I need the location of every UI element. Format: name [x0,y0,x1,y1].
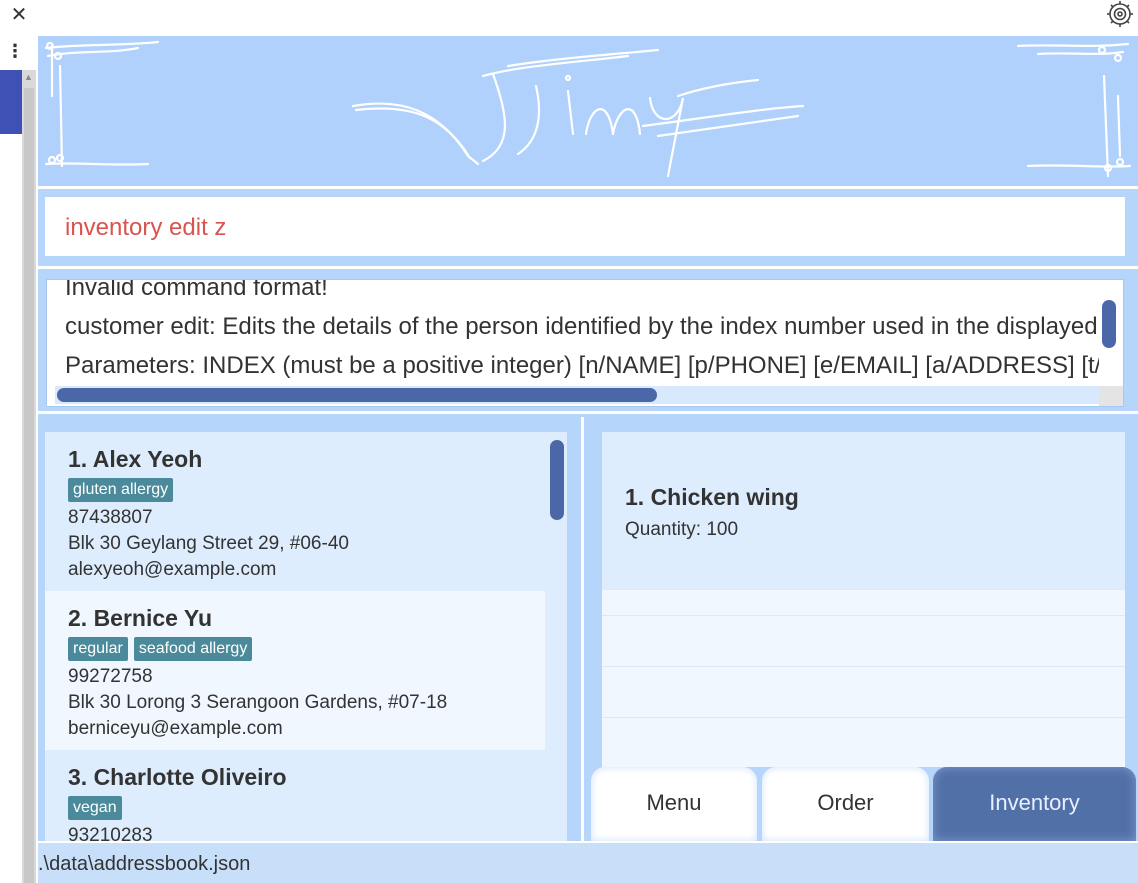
banner [38,36,1138,186]
result-vertical-scrollbar-thumb[interactable] [1102,300,1116,348]
customer-name: 3. Charlotte Oliveiro [68,764,287,790]
status-file-path: .\data\addressbook.json [38,853,251,875]
customer-tag: vegan [68,796,122,820]
inventory-list[interactable]: 1. Chicken wing Quantity: 100 [602,432,1125,767]
customer-card[interactable]: 3. Charlotte Oliveiro vegan 93210283 [45,750,545,841]
side-scrollbar-thumb[interactable] [24,88,34,883]
customer-list[interactable]: 1. Alex Yeoh gluten allergy 87438807 Blk… [45,432,567,841]
tab-inventory[interactable]: Inventory [933,767,1136,841]
customer-list-scrollbar-thumb[interactable] [550,440,564,520]
customer-tags: gluten allergy [68,478,179,504]
customer-card[interactable]: 1. Alex Yeoh gluten allergy 87438807 Blk… [45,432,545,591]
empty-list-row [602,717,1125,767]
result-line: Parameters: INDEX (must be a positive in… [65,352,1124,379]
customer-email: berniceyu@example.com [68,718,283,739]
command-input-text[interactable]: inventory edit z [65,214,226,242]
scroll-up-arrow-icon[interactable]: ▲ [24,72,33,82]
customer-email: alexyeoh@example.com [68,559,277,580]
banner-logo [44,40,1132,178]
result-display[interactable]: Invalid command format! customer edit: E… [46,279,1124,407]
top-bar [38,0,1138,36]
inventory-item-quantity: Quantity: 100 [625,519,739,540]
customer-tag: regular [68,637,128,661]
tab-order[interactable]: Order [762,767,929,841]
empty-list-row [602,615,1125,666]
customer-tags: vegan [68,796,128,822]
customer-phone: 99272758 [68,666,153,687]
status-bar: .\data\addressbook.json [38,841,1138,883]
side-strip: ✕ ⋮ ▲ [0,0,38,883]
customer-address: Blk 30 Geylang Street 29, #06-40 [68,533,349,554]
inventory-panel: 1. Chicken wing Quantity: 100 Menu Order… [587,417,1138,841]
result-line: customer edit: Edits the details of the … [65,313,1124,340]
customer-tag: seafood allergy [133,637,253,661]
customer-card[interactable]: 2. Bernice Yu regular seafood allergy 992… [45,591,545,750]
side-tab-indicator[interactable] [0,70,22,134]
scrollbar-corner [1099,386,1123,406]
close-button[interactable]: ✕ [0,0,38,32]
result-display-panel: Invalid command format! customer edit: E… [38,266,1138,414]
customer-name: 2. Bernice Yu [68,605,213,631]
tab-menu[interactable]: Menu [591,767,757,841]
customer-phone: 93210283 [68,825,153,841]
customer-name: 1. Alex Yeoh [68,446,203,472]
gear-icon[interactable] [1102,0,1136,30]
customer-address: Blk 30 Lorong 3 Serangoon Gardens, #07-1… [68,692,448,713]
empty-list-row [602,666,1125,717]
result-line: Invalid command format! [65,279,328,301]
result-horizontal-scrollbar-thumb[interactable] [57,388,657,402]
inventory-card[interactable]: 1. Chicken wing Quantity: 100 [602,432,1125,589]
main-app: inventory edit z Invalid command format!… [38,36,1138,883]
customer-list-panel: 1. Alex Yeoh gluten allergy 87438807 Blk… [38,417,584,841]
customer-tag: gluten allergy [68,478,174,502]
app-window: ✕ ⋮ ▲ inventory edit z Invalid command f… [0,0,1138,883]
command-input[interactable]: inventory edit z [45,197,1125,256]
inventory-item-name: 1. Chicken wing [625,484,799,510]
customer-tags: regular seafood allergy [68,637,258,663]
more-options-button[interactable]: ⋮ [0,38,30,66]
banner-divider [38,186,1138,189]
customer-phone: 87438807 [68,507,153,528]
